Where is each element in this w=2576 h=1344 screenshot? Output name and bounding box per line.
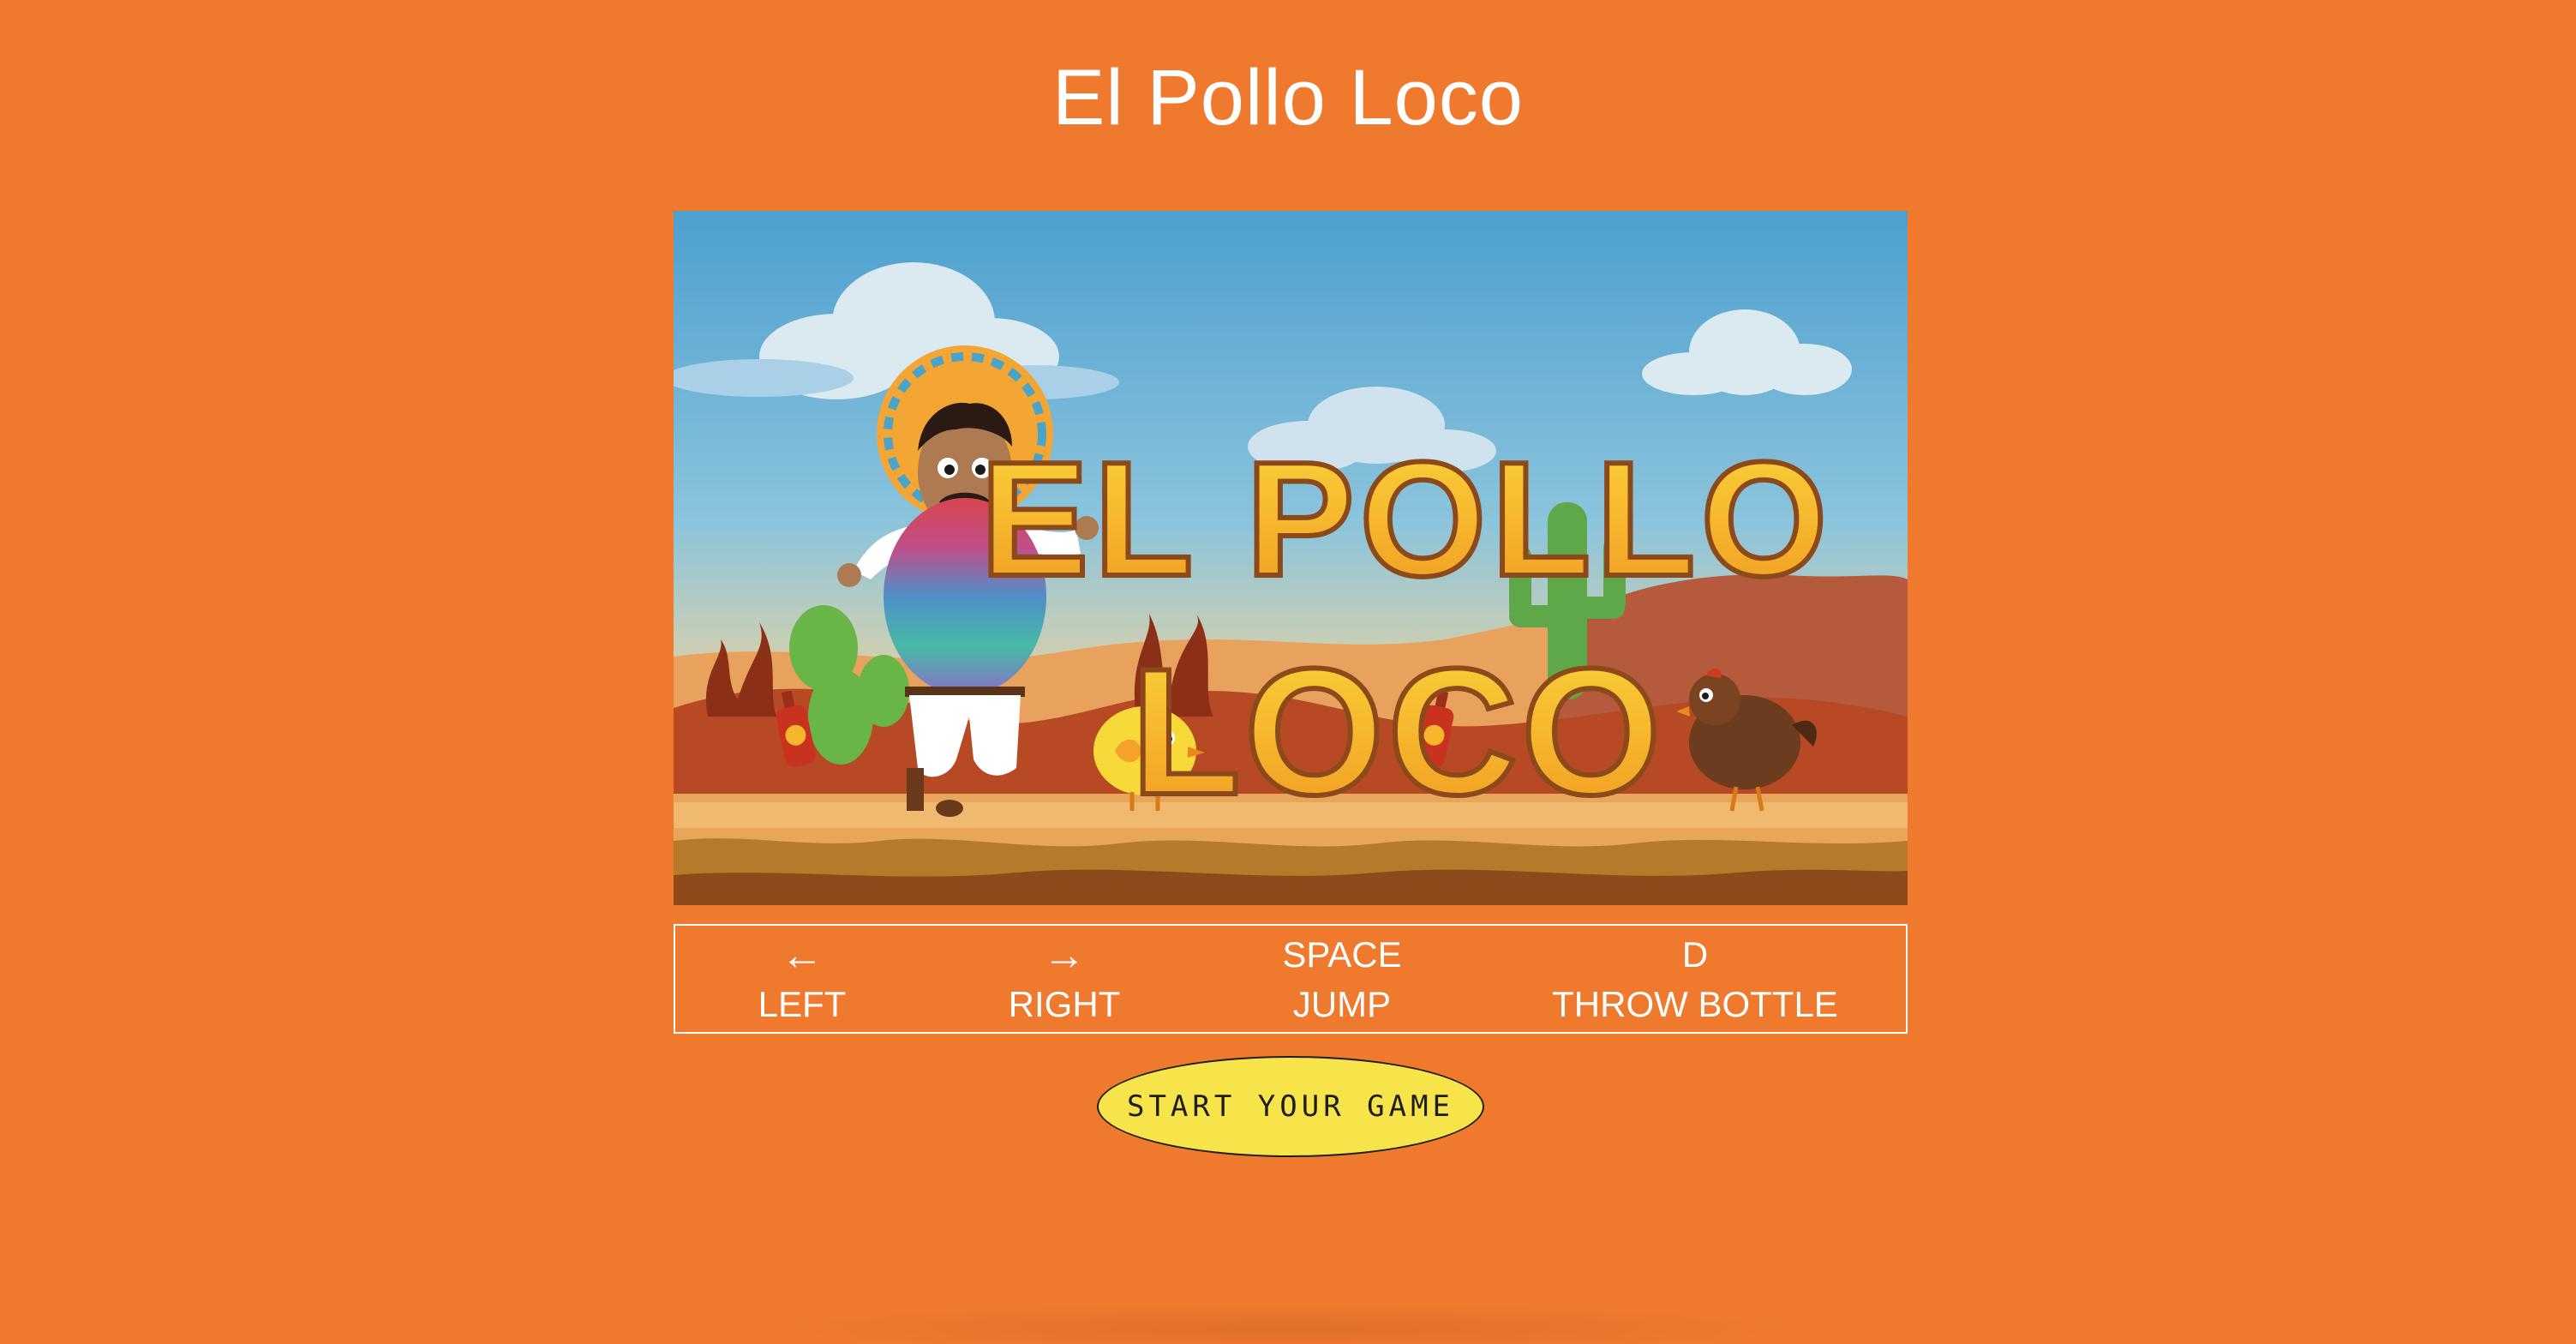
logo-line-2: LOCO (1131, 631, 1665, 832)
control-jump: SPACE JUMP (1162, 931, 1522, 1030)
controls-panel: ← LEFT → RIGHT SPACE JUMP D THROW BOTTLE (674, 924, 1908, 1034)
control-throw-label: THROW BOTTLE (1552, 984, 1838, 1024)
page: El Pollo Loco EL POLLO LOCO ← LEFT → RIG… (0, 0, 2576, 1344)
start-game-button[interactable]: START YOUR GAME (1097, 1056, 1484, 1157)
page-title: El Pollo Loco (1052, 54, 1524, 141)
d-key-label: D (1681, 934, 1709, 975)
bottom-shadow (771, 1303, 1800, 1344)
control-jump-label: JUMP (1292, 984, 1392, 1024)
game-start-screen[interactable]: EL POLLO LOCO (674, 211, 1908, 905)
logo-line-1: EL POLLO (980, 429, 1833, 610)
control-throw: D THROW BOTTLE (1515, 931, 1875, 1030)
start-screen-illustration: EL POLLO LOCO (674, 211, 1908, 905)
space-key-label: SPACE (1282, 934, 1402, 975)
